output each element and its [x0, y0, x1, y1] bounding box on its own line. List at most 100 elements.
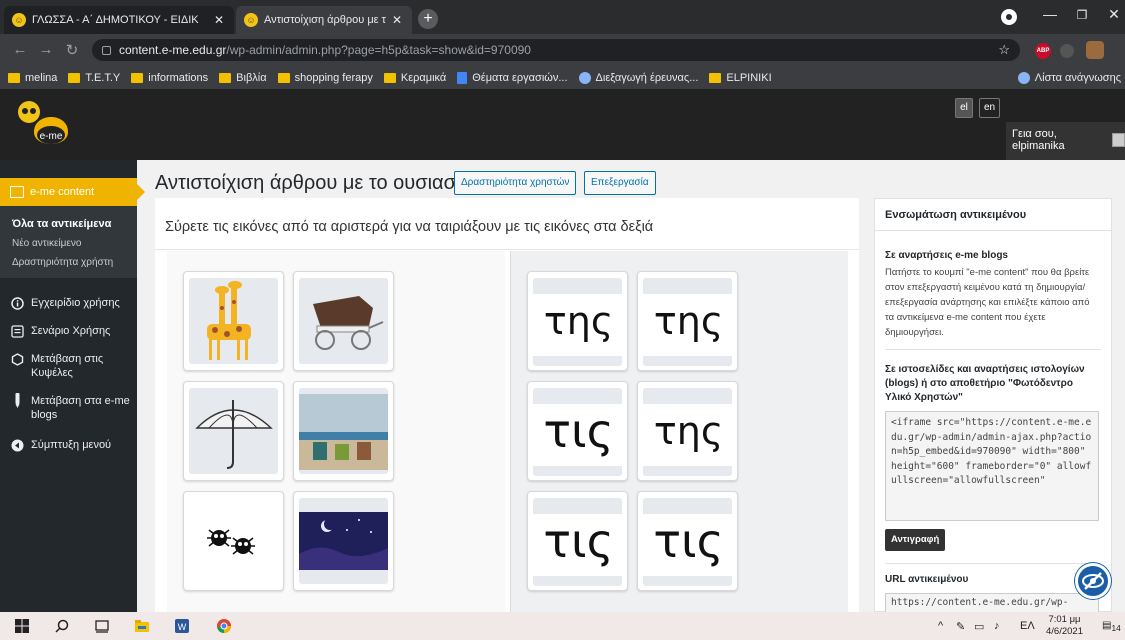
sidebar-item-blogs[interactable]: Μετάβαση στα e-me blogs — [0, 393, 137, 422]
draggable-umbrella-image[interactable] — [183, 381, 284, 481]
adblock-icon[interactable]: ABP — [1035, 43, 1051, 59]
new-tab-button[interactable]: + — [418, 9, 438, 29]
user-activity-button[interactable]: Δραστηριότητα χρηστών — [454, 171, 577, 195]
document-icon — [10, 324, 24, 338]
task-view-icon[interactable] — [94, 618, 110, 634]
tab-title: Αντιστοίχιση άρθρου με το ουσι — [264, 14, 386, 26]
draggable-carriage-image[interactable] — [293, 271, 394, 371]
search-icon[interactable] — [54, 618, 70, 634]
close-window-icon[interactable]: ✕ — [1104, 6, 1124, 23]
clock-time: 7:01 μμ — [1048, 614, 1081, 625]
admin-sidebar: e-me content Όλα τα αντικείμενα Νέο αντι… — [0, 160, 145, 612]
giraffes-picture — [207, 281, 251, 360]
bookmark-ereuna[interactable]: Διεξαγωγή έρευνας... — [578, 71, 698, 84]
folder-icon — [219, 72, 232, 83]
reading-list[interactable]: Λίστα ανάγνωσης — [1017, 66, 1125, 89]
avatar — [1111, 133, 1125, 147]
sidebar-item-hives[interactable]: Μετάβαση στις Κυψέλες — [0, 352, 137, 380]
browser-toolbar: ← → ↻ content.e-me.edu.gr/wp-admin/admin… — [0, 34, 1125, 66]
bookmark-tety[interactable]: T.E.T.Y — [68, 72, 120, 84]
object-url-field[interactable]: https://content.e-me.edu.gr/wp- — [885, 593, 1099, 613]
bookmark-label: ELPINIKI — [726, 71, 772, 84]
drop-zone-word[interactable]: της — [527, 271, 628, 371]
file-explorer-icon[interactable] — [134, 618, 150, 634]
chrome-icon[interactable] — [216, 618, 232, 634]
sidebar-item-manual[interactable]: Εγχειρίδιο χρήσης — [0, 296, 137, 310]
lang-en-button[interactable]: en — [979, 98, 1001, 118]
card-footer-strip — [533, 356, 622, 366]
edit-button[interactable]: Επεξεργασία — [584, 171, 656, 195]
forward-icon[interactable]: → — [36, 41, 56, 58]
volume-icon[interactable]: ♪ — [994, 620, 1000, 632]
drop-zone-word[interactable]: της — [637, 271, 738, 371]
bookmark-elpiniki[interactable]: ELPINIKI — [709, 71, 772, 84]
close-tab-icon[interactable]: ✕ — [392, 13, 404, 27]
sidebar-collapse-menu[interactable]: Σύμπτυξη μενού — [0, 438, 137, 452]
taskbar-clock[interactable]: 7:01 μμ 4/6/2021 — [1046, 614, 1083, 638]
minimize-icon[interactable]: — — [1040, 6, 1060, 22]
bookmark-informations[interactable]: informations — [131, 72, 208, 84]
collapse-arrow-icon — [10, 438, 24, 452]
pen-icon — [10, 393, 24, 408]
drop-zone-word[interactable]: τις — [527, 381, 628, 481]
drop-zone-word[interactable]: τις — [527, 491, 628, 591]
submenu-user-activity[interactable]: Δραστηριότητα χρήστη — [0, 253, 137, 272]
notifications-badge[interactable]: ▤14 — [1102, 620, 1121, 633]
show-hidden-icons-icon[interactable]: ^ — [938, 620, 943, 632]
bookmark-melina[interactable]: melina — [8, 72, 57, 84]
card-header-strip — [643, 278, 732, 294]
accessibility-eye-icon[interactable] — [1075, 563, 1111, 599]
user-greeting[interactable]: Γεια σου, elpimanika — [1012, 128, 1125, 152]
umbrella-picture — [195, 400, 273, 469]
bookmark-label: Θέματα εργασιών... — [472, 71, 568, 84]
divider — [885, 563, 1101, 564]
copy-button[interactable]: Αντιγραφή — [885, 529, 946, 551]
e-me-logo[interactable]: e-me — [14, 98, 72, 152]
drop-zones-area: της της τις της τις τις — [510, 251, 848, 612]
profile-icon[interactable] — [1001, 9, 1017, 25]
draggable-beach-chairs-image[interactable] — [293, 381, 394, 481]
bookmark-label: melina — [25, 71, 58, 84]
sidebar-item-label: Μετάβαση στα e-me blogs — [31, 395, 130, 421]
bookmark-keramika[interactable]: Κεραμικά — [383, 72, 446, 84]
embed-panel: Ενσωμάτωση αντικειμένου Σε αναρτήσεις e-… — [874, 198, 1112, 613]
lang-el-button[interactable]: el — [955, 98, 973, 118]
word-icon[interactable]: W — [174, 618, 190, 634]
bookmark-vivlia[interactable]: Βιβλία — [219, 72, 267, 84]
battery-icon[interactable]: ▭ — [974, 620, 984, 633]
extension-avatar-icon[interactable] — [1086, 41, 1104, 59]
input-language[interactable]: ΕΛ — [1020, 620, 1035, 632]
content-grid-icon — [10, 186, 24, 198]
close-tab-icon[interactable]: ✕ — [214, 13, 226, 27]
back-icon[interactable]: ← — [10, 41, 30, 58]
browser-tab-glossa[interactable]: ☺ ΓΛΩΣΣΑ - Α΄ ΔΗΜΟΤΙΚΟΥ - ΕΙΔΙΚ ✕ — [4, 6, 234, 34]
submenu-new-item[interactable]: Νέο αντικείμενο — [0, 234, 137, 253]
sites-heading: Σε ιστοσελίδες και αναρτήσεις ιστολογίων… — [885, 364, 1085, 403]
draggable-spiders-image[interactable] — [183, 491, 284, 591]
sidebar-item-scenario[interactable]: Σενάριο Χρήσης — [0, 324, 137, 338]
address-bar[interactable]: content.e-me.edu.gr/wp-admin/admin.php?p… — [92, 39, 1020, 61]
bookmark-shopping[interactable]: shopping ferapy — [277, 71, 373, 84]
article-word: της — [653, 409, 724, 453]
browser-tab-activity[interactable]: ☺ Αντιστοίχιση άρθρου με το ουσι ✕ — [236, 6, 412, 34]
reload-icon[interactable]: ↻ — [62, 41, 82, 59]
bookmark-label: shopping ferapy — [294, 71, 373, 84]
draggable-giraffes-image[interactable] — [183, 271, 284, 371]
maximize-icon[interactable]: ❐ — [1072, 8, 1092, 22]
embed-code-textarea[interactable]: <iframe src="https://content.e-me.edu.gr… — [885, 411, 1099, 521]
extension-icon[interactable] — [1060, 44, 1074, 58]
drop-zone-word[interactable]: της — [637, 381, 738, 481]
bookmark-star-icon[interactable]: ☆ — [998, 42, 1010, 58]
submenu-all-items[interactable]: Όλα τα αντικείμενα — [0, 214, 137, 234]
hexagon-icon — [10, 352, 24, 366]
clock-date: 4/6/2021 — [1046, 626, 1083, 637]
card-footer-strip — [643, 576, 732, 586]
blogs-heading: Σε αναρτήσεις e-me blogs — [885, 250, 1008, 261]
pen-workspace-icon[interactable]: ✎ — [956, 620, 965, 633]
sidebar-item-e-me-content[interactable]: e-me content — [0, 178, 145, 206]
draggable-night-sky-image[interactable] — [293, 491, 394, 591]
windows-start-icon[interactable] — [14, 618, 30, 634]
drop-zone-word[interactable]: τις — [637, 491, 738, 591]
page-title: Αντιστοίχιση άρθρου με το ουσιαστικό — [155, 172, 490, 194]
bookmark-themata[interactable]: Θέματα εργασιών... — [457, 71, 568, 84]
